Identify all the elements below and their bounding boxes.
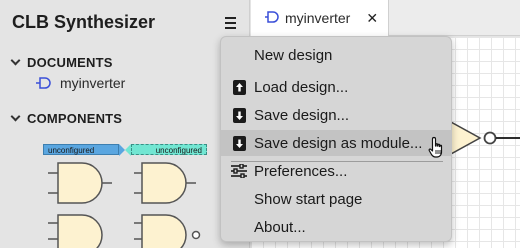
- components-header-label: COMPONENTS: [27, 111, 123, 126]
- tab-bar: myinverter ✕: [251, 0, 520, 36]
- menu-item-label: Save design...: [254, 106, 350, 124]
- menu-item-about[interactable]: About...: [221, 214, 451, 240]
- chevron-down-icon: [10, 55, 21, 66]
- gate-doc-icon: [265, 10, 281, 26]
- menu-item-label: About...: [254, 218, 306, 236]
- menu-item-label: New design: [254, 46, 333, 64]
- close-icon[interactable]: ✕: [366, 10, 378, 27]
- download-icon: [231, 135, 247, 151]
- document-item-myinverter[interactable]: myinverter: [36, 75, 125, 91]
- chevron-down-icon: [10, 111, 21, 122]
- upload-icon: [231, 79, 247, 95]
- document-item-label: myinverter: [60, 75, 126, 91]
- hamburger-icon[interactable]: [219, 12, 241, 34]
- nand-like-gate-component[interactable]: [130, 161, 204, 207]
- main-menu: New design Load design... Save design...: [220, 36, 452, 242]
- component-chip-input[interactable]: unconfigured: [43, 144, 125, 156]
- download-icon: [231, 107, 247, 123]
- menu-item-save-design-as-module[interactable]: Save design as module...: [221, 130, 451, 156]
- component-chip-output[interactable]: unconfigured: [125, 144, 207, 156]
- menu-item-label: Preferences...: [254, 162, 348, 180]
- inverter-gate[interactable]: [440, 110, 520, 166]
- menu-item-label: Load design...: [254, 78, 349, 96]
- menu-item-label: Show start page: [254, 190, 363, 208]
- hand-cursor-icon: [428, 136, 443, 158]
- nand-gate-component[interactable]: [130, 213, 210, 248]
- documents-header-label: DOCUMENTS: [27, 55, 113, 70]
- and-gate-component-2[interactable]: [44, 213, 118, 248]
- tab-label: myinverter: [285, 10, 351, 26]
- documents-section-header[interactable]: DOCUMENTS: [10, 55, 113, 70]
- menu-item-save-design[interactable]: Save design...: [221, 102, 451, 128]
- menu-item-load-design[interactable]: Load design...: [221, 74, 451, 100]
- menu-item-new-design[interactable]: New design: [221, 42, 451, 68]
- gate-doc-icon: [36, 77, 54, 89]
- components-section-header[interactable]: COMPONENTS: [10, 111, 123, 126]
- and-gate-component[interactable]: [44, 161, 118, 207]
- menu-item-preferences[interactable]: Preferences...: [221, 158, 451, 184]
- app-title: CLB Synthesizer: [12, 12, 156, 32]
- menu-item-label: Save design as module...: [254, 134, 423, 152]
- sidebar: CLB Synthesizer DOCUMENTS myinverter COM…: [0, 0, 250, 248]
- menu-item-show-start-page[interactable]: Show start page: [221, 186, 451, 212]
- tab-myinverter[interactable]: myinverter ✕: [251, 0, 389, 36]
- sliders-icon: [231, 163, 247, 179]
